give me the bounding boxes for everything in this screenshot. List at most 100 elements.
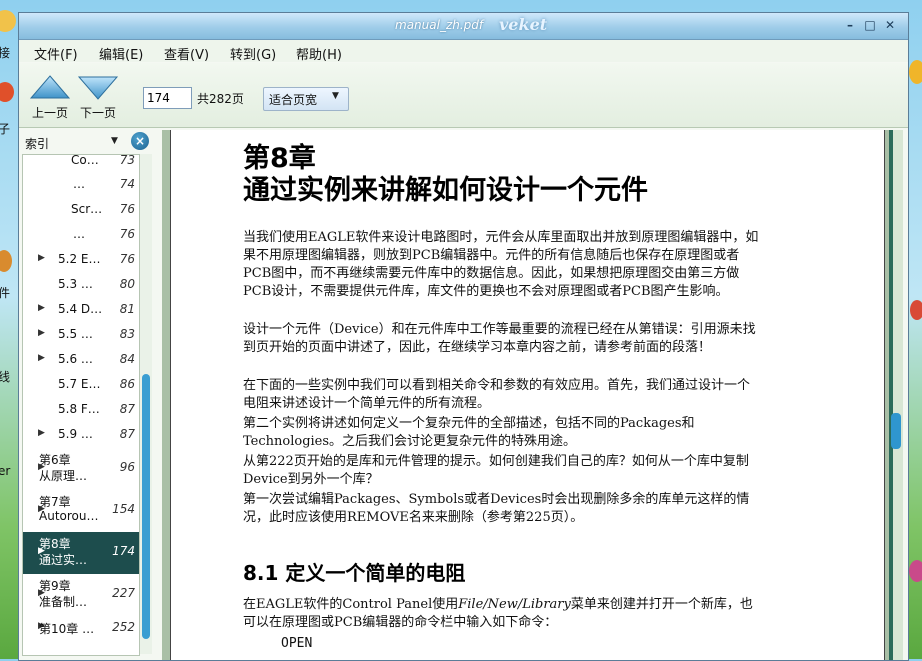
outline-item[interactable]: ▶ 第6章 从原理… 96 [23,448,139,490]
outline-item-page: 174 [112,544,135,558]
outline-item[interactable]: ▶ 第7章 Autorou… 154 [23,490,139,532]
outline-item-title: 5.5 … [58,327,93,341]
outline-list: Co… 73 … 74 Scr… 76 … 76 ▶ 5.2 E… 76 5.3… [22,154,140,656]
outline-item-subtitle: 从原理… [39,469,88,483]
outline-item-title: 5.4 D… [58,302,103,316]
outline-item-selected[interactable]: ▶ 第8章 通过实… 174 [23,532,139,574]
desktop-icon-blob [909,60,922,84]
desktop-icon-blob [0,82,14,102]
outline-item[interactable]: ▶ 5.4 D… 81 [23,298,139,322]
zoom-value: 适合页宽 [269,93,318,107]
close-button[interactable]: ✕ [881,17,899,33]
menu-edit[interactable]: 编辑(E) [99,44,143,63]
outline-item-title: 第7章 [39,495,71,509]
expand-triangle-icon[interactable]: ▶ [38,428,45,438]
expand-triangle-icon[interactable]: ▶ [38,353,45,363]
document-scrollbar[interactable] [889,130,903,660]
window-title: manual_zh.pdf [395,18,484,32]
desktop-right-edge [907,0,922,659]
outline-item[interactable]: Scr… 76 [23,198,139,222]
outline-item[interactable]: ▶ 第9章 准备制… 227 [23,574,139,616]
outline-item-title: Scr… [71,202,103,216]
outline-item-page: 252 [112,620,135,634]
next-page-button[interactable]: 下一页 [73,73,123,123]
outline-item[interactable]: 5.8 F… 87 [23,398,139,422]
outline-item[interactable]: … 74 [23,173,139,197]
outline-item[interactable]: ▶ 5.6 … 84 [23,348,139,372]
minimize-button[interactable]: – [841,17,859,33]
menu-goto[interactable]: 转到(G) [230,44,276,63]
desktop-icon-blob [0,250,12,272]
page-total-label: 共282页 [197,92,244,106]
sidebar-header: 索引 ▼ × [21,130,153,154]
outline-item-page: 84 [119,352,135,366]
page-number-input[interactable] [143,87,192,109]
sidebar-mode-value: 索引 [25,137,50,151]
outline-item-page: 154 [112,502,135,516]
outline-item-page: 87 [119,427,135,441]
close-icon[interactable]: × [131,132,149,150]
desktop-label: 子 [0,122,11,136]
outline-item[interactable]: 5.3 … 80 [23,273,139,297]
outline-item-title: 5.2 E… [58,252,101,266]
outline-item[interactable]: ▶ 5.2 E… 76 [23,248,139,272]
maximize-button[interactable]: □ [861,17,879,33]
outline-item-title: 第6章 [39,453,71,467]
outline-item-title: 第9章 [39,579,71,593]
outline-item-title: … [73,177,85,191]
desktop-label: 接 [0,46,11,60]
outline-item[interactable]: … 76 [23,223,139,247]
section-paragraph: 在EAGLE软件的Control Panel使用File/New/Library… [243,596,761,632]
title-bar[interactable]: manual_zh.pdf veket – □ ✕ [19,13,908,40]
outline-item-page: 83 [119,327,135,341]
zoom-select[interactable]: 适合页宽 ▼ [263,87,349,111]
expand-triangle-icon[interactable]: ▶ [38,328,45,338]
prev-page-button[interactable]: 上一页 [25,73,75,123]
outline-item-page: 74 [119,177,135,191]
desktop-icon-blob [909,560,922,582]
paragraph: 第二个实例将讲述如何定义一个复杂元件的全部描述，包括不同的Packages和Te… [243,416,695,449]
sidebar-scroll-thumb[interactable] [142,374,150,639]
desktop-icon-blob [910,300,922,320]
expand-triangle-icon[interactable]: ▶ [38,303,45,313]
pdf-page: 第8章 通过实例来讲解如何设计一个元件 当我们使用EAGLE软件来设计电路图时，… [170,130,885,660]
section-text-before: 在EAGLE软件的Control Panel使用 [243,597,459,612]
outline-item[interactable]: ▶ 第10章 … 252 [23,616,139,640]
menu-path-text: File/New/Library [458,597,571,612]
outline-item[interactable]: 5.7 E… 86 [23,373,139,397]
menu-view[interactable]: 查看(V) [164,44,209,63]
outline-item[interactable]: ▶ 5.5 … 83 [23,323,139,347]
outline-item-page: 87 [119,402,135,416]
outline-item-page: 86 [119,377,135,391]
outline-item-page: 81 [119,302,135,316]
menu-bar: 文件(F) 编辑(E) 查看(V) 转到(G) 帮助(H) [19,40,908,63]
chevron-down-icon: ▼ [332,91,339,101]
outline-item-page: 227 [112,586,135,600]
next-page-label: 下一页 [79,106,116,120]
outline-item-title: 5.7 E… [58,377,101,391]
brand-logo: veket [499,15,548,34]
expand-triangle-icon[interactable]: ▶ [38,253,45,263]
outline-item-title: 第10章 … [39,622,95,636]
outline-item-page: 76 [119,252,135,266]
sidebar-mode-select[interactable]: 索引 ▼ [21,130,125,154]
menu-file[interactable]: 文件(F) [34,44,78,63]
paragraph: 设计一个元件（Device）和在元件库中工作等最重要的流程已经在从第错误：引用源… [243,322,756,355]
triangle-up-icon [29,75,71,99]
toolbar: 上一页 下一页 共282页 适合页宽 ▼ [19,63,908,128]
desktop-label: er [0,464,11,478]
document-scroll-thumb[interactable] [891,413,901,449]
outline-item-title: Co… [71,154,99,167]
sidebar-scrollbar[interactable] [140,154,152,654]
outline-item[interactable]: Co… 73 [23,154,139,173]
paragraph: 从第222页开始的是库和元件管理的提示。如何创建我们自己的库？如何从一个库中复制… [243,454,749,487]
outline-item-subtitle: 通过实… [39,553,88,567]
outline-item[interactable]: ▶ 5.9 … 87 [23,423,139,447]
prev-page-label: 上一页 [31,106,68,120]
chapter-title: 通过实例来讲解如何设计一个元件 [243,175,648,206]
triangle-down-icon [77,76,119,100]
outline-item-subtitle: Autorou… [39,509,99,523]
paragraph: 在下面的一些实例中我们可以看到相关命令和参数的有效应用。首先，我们通过设计一个电… [243,378,751,411]
document-view[interactable]: 第8章 通过实例来讲解如何设计一个元件 当我们使用EAGLE软件来设计电路图时，… [162,130,889,660]
menu-help[interactable]: 帮助(H) [296,44,342,63]
